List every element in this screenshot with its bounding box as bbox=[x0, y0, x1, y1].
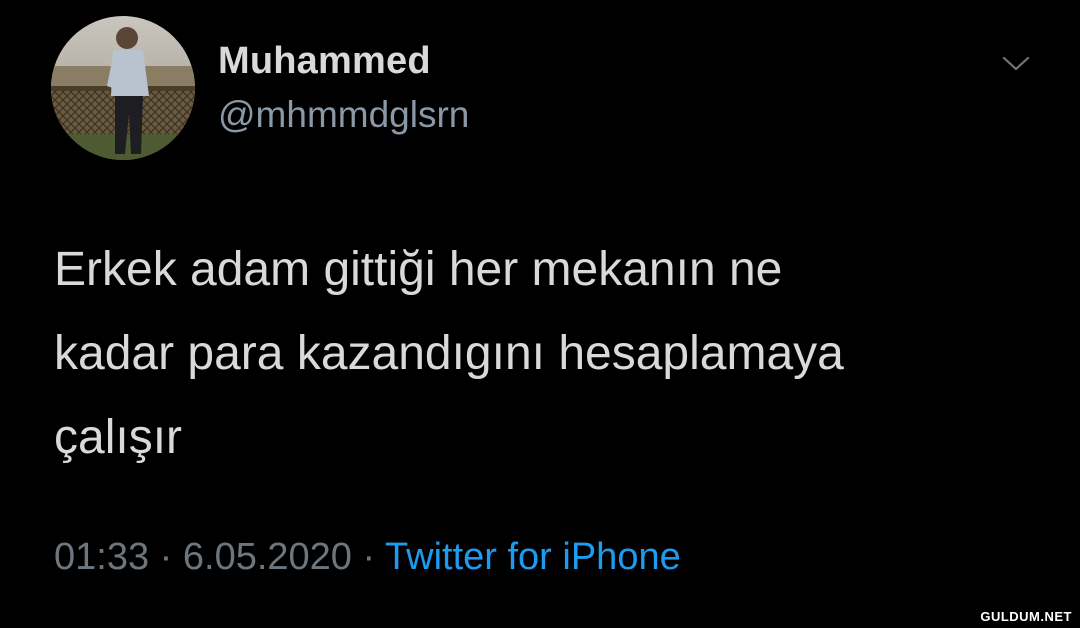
tweet-line: çalışır bbox=[54, 411, 183, 464]
user-handle[interactable]: @mhmmdglsrn bbox=[218, 94, 469, 136]
avatar-photo bbox=[51, 16, 195, 160]
tweet: Muhammed @mhmmdglsrn Erkek adam gittiği … bbox=[0, 0, 1080, 628]
tweet-line: Erkek adam gittiği her mekanın ne bbox=[54, 243, 783, 296]
display-name[interactable]: Muhammed bbox=[218, 40, 431, 83]
tweet-source-link[interactable]: Twitter for iPhone bbox=[385, 536, 681, 578]
watermark: GULDUM.NET bbox=[980, 609, 1072, 624]
tweet-line: kadar para kazandıgını hesaplamaya bbox=[54, 327, 844, 380]
tweet-meta: 01:33 · 6.05.2020 · Twitter for iPhone bbox=[54, 536, 681, 579]
tweet-date[interactable]: 6.05.2020 bbox=[183, 536, 352, 578]
meta-separator: · bbox=[362, 536, 376, 578]
tweet-text: Erkek adam gittiği her mekanın ne kadar … bbox=[54, 228, 1014, 480]
meta-separator: · bbox=[159, 536, 173, 578]
avatar[interactable] bbox=[51, 16, 195, 160]
tweet-time[interactable]: 01:33 bbox=[54, 536, 149, 578]
chevron-down-icon[interactable] bbox=[996, 48, 1036, 78]
